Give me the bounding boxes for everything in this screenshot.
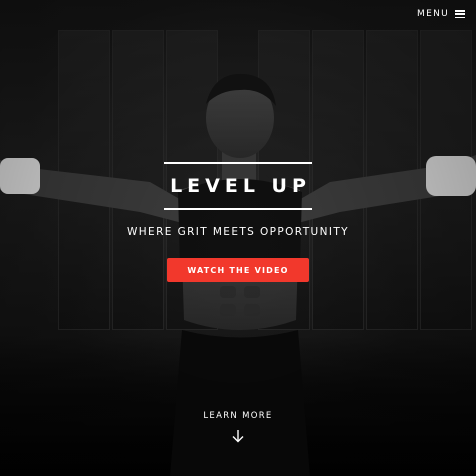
arrow-down-icon <box>232 430 244 443</box>
menu-label: MENU <box>417 9 449 19</box>
hero-content: LEVEL UP WHERE GRIT MEETS OPPORTUNITY WA… <box>0 162 476 282</box>
menu-button[interactable]: MENU <box>417 9 465 19</box>
hero-title: LEVEL UP <box>170 175 311 197</box>
hero-subtitle: WHERE GRIT MEETS OPPORTUNITY <box>126 226 349 238</box>
title-bottom-rule <box>164 208 312 210</box>
hamburger-icon <box>455 10 465 18</box>
title-top-rule <box>164 162 312 164</box>
hero-section: MENU LEVEL UP WHERE GRIT MEETS OPPORTUNI… <box>0 0 476 476</box>
watch-video-button[interactable]: WATCH THE VIDEO <box>167 258 309 282</box>
learn-more-label: LEARN MORE <box>203 411 273 421</box>
learn-more-link[interactable]: LEARN MORE <box>0 411 476 443</box>
